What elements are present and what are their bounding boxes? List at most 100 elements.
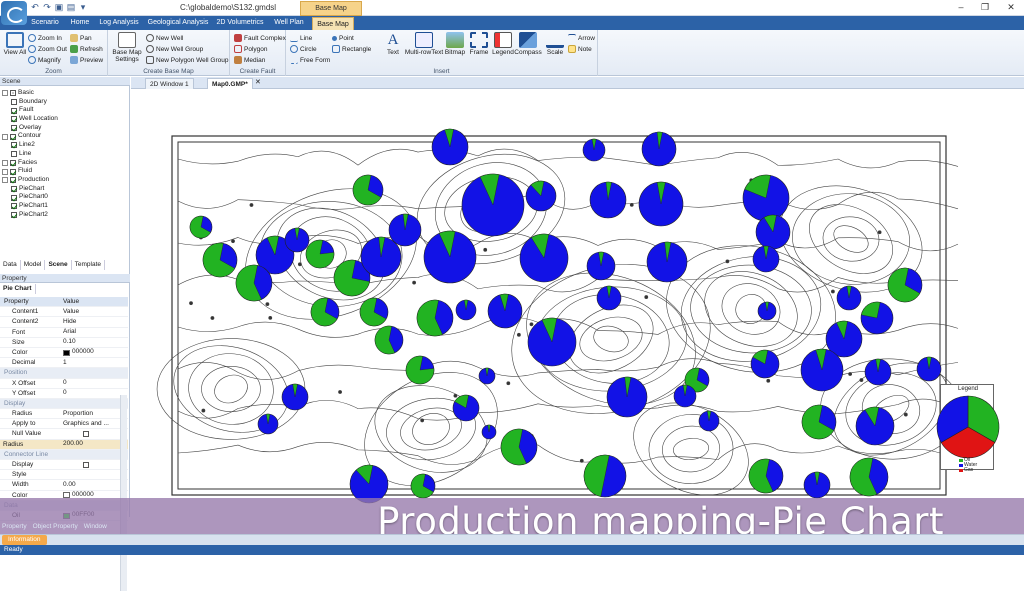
- well-pie-chart[interactable]: [748, 458, 784, 494]
- tree-node[interactable]: Fault: [2, 106, 126, 115]
- property-row[interactable]: Style: [0, 470, 128, 481]
- well-pie-chart[interactable]: [487, 293, 523, 329]
- tab-home[interactable]: Home: [66, 16, 94, 30]
- well-pie-chart[interactable]: [742, 174, 790, 222]
- well-pie-chart[interactable]: [452, 394, 480, 422]
- expand-icon[interactable]: [2, 168, 8, 175]
- well-pie-chart[interactable]: [284, 227, 310, 253]
- insert-scale-button[interactable]: Scale: [544, 32, 566, 56]
- redo-icon[interactable]: ↷: [42, 2, 52, 13]
- well-pie-chart[interactable]: [673, 384, 697, 408]
- property-row[interactable]: Y Offset 0: [0, 389, 128, 399]
- well-location-dot[interactable]: [859, 378, 864, 382]
- expand-icon[interactable]: [2, 133, 8, 140]
- undo-icon[interactable]: ↶: [30, 2, 40, 13]
- property-row[interactable]: Radius 200.00: [0, 439, 128, 450]
- tree-node[interactable]: Contour: [2, 132, 126, 141]
- tab-template[interactable]: Template: [72, 260, 105, 270]
- refresh-button[interactable]: Refresh: [70, 44, 103, 54]
- property-row[interactable]: Decimal 1: [0, 358, 128, 369]
- well-pie-chart[interactable]: [235, 264, 273, 302]
- well-pie-chart[interactable]: [352, 174, 384, 206]
- well-location-dot[interactable]: [516, 332, 521, 337]
- property-scrollbar[interactable]: [120, 395, 127, 591]
- tab-scenario[interactable]: Scenario: [26, 16, 64, 30]
- new-well-group-button[interactable]: New Well Group: [146, 44, 203, 54]
- new-well-button[interactable]: New Well: [146, 33, 183, 43]
- well-pie-chart[interactable]: [500, 428, 538, 466]
- property-category[interactable]: Position: [0, 368, 128, 379]
- property-value[interactable]: 0: [60, 389, 122, 398]
- pan-button[interactable]: Pan: [70, 33, 92, 43]
- tree-node[interactable]: Well Location: [2, 115, 126, 124]
- map-canvas[interactable]: Legend Oil Water Gas: [131, 89, 1024, 517]
- well-location-dot[interactable]: [725, 259, 730, 264]
- well-location-dot[interactable]: [338, 390, 342, 394]
- tree-node[interactable]: PieChart: [2, 185, 126, 194]
- property-value[interactable]: 0.00: [60, 480, 122, 489]
- preview-button[interactable]: Preview: [70, 55, 103, 65]
- well-location-dot[interactable]: [268, 315, 273, 320]
- well-pie-chart[interactable]: [855, 406, 895, 446]
- well-pie-chart[interactable]: [405, 355, 435, 385]
- well-pie-chart[interactable]: [481, 424, 497, 440]
- checkbox[interactable]: [11, 116, 17, 123]
- checkbox[interactable]: [11, 99, 17, 106]
- property-value[interactable]: 200.00: [60, 440, 122, 449]
- well-location-dot[interactable]: [412, 280, 417, 285]
- well-location-dot[interactable]: [249, 203, 254, 207]
- well-location-dot[interactable]: [506, 381, 511, 386]
- tab-object-property[interactable]: Object Property: [33, 522, 78, 532]
- well-location-dot[interactable]: [848, 372, 853, 376]
- tree-node[interactable]: Line2: [2, 141, 126, 150]
- well-pie-chart[interactable]: [455, 299, 477, 321]
- well-location-dot[interactable]: [201, 408, 206, 413]
- checkbox[interactable]: [11, 125, 17, 132]
- well-pie-chart[interactable]: [310, 297, 340, 327]
- well-pie-chart[interactable]: [864, 358, 892, 386]
- well-pie-chart[interactable]: [860, 301, 894, 335]
- tree-node[interactable]: Boundary: [2, 98, 126, 107]
- zoom-in-button[interactable]: Zoom In: [28, 33, 62, 43]
- tab-2d-volumetrics[interactable]: 2D Volumetrics: [214, 16, 266, 30]
- well-location-dot[interactable]: [483, 247, 488, 252]
- expand-icon[interactable]: [2, 159, 8, 166]
- expand-icon[interactable]: [2, 90, 8, 97]
- well-pie-chart[interactable]: [887, 267, 923, 303]
- property-value[interactable]: [60, 470, 122, 479]
- base-map-settings-button[interactable]: Base Map Settings: [112, 32, 142, 63]
- property-row[interactable]: Display: [0, 460, 128, 471]
- insert-free-form-button[interactable]: Free Form: [290, 55, 330, 65]
- well-location-dot[interactable]: [644, 295, 649, 299]
- checkbox[interactable]: [83, 461, 89, 468]
- well-location-dot[interactable]: [265, 302, 270, 307]
- property-value[interactable]: Value: [60, 307, 122, 316]
- tab-data[interactable]: Data: [0, 260, 21, 270]
- qat-dropdown-icon[interactable]: ▾: [78, 2, 88, 13]
- checkbox[interactable]: [11, 194, 17, 201]
- minimize-icon[interactable]: –: [952, 1, 970, 14]
- checkbox[interactable]: [11, 203, 17, 210]
- property-row[interactable]: X Offset 0: [0, 379, 128, 389]
- tab-map0[interactable]: Map0.GMP*: [207, 78, 253, 89]
- well-location-dot[interactable]: [766, 378, 771, 383]
- well-location-dot[interactable]: [629, 202, 634, 207]
- property-value[interactable]: 0: [60, 379, 122, 388]
- insert-compass-button[interactable]: Compass: [514, 32, 542, 56]
- insert-rectangle-button[interactable]: Rectangle: [332, 44, 371, 54]
- well-pie-chart[interactable]: [589, 181, 627, 219]
- tree-node[interactable]: Line: [2, 150, 126, 159]
- tab-pie-chart[interactable]: Pie Chart: [0, 284, 36, 294]
- tab-scene[interactable]: Scene: [45, 260, 72, 270]
- well-pie-chart[interactable]: [803, 471, 831, 499]
- property-value[interactable]: Graphics and ...: [60, 419, 122, 428]
- well-pie-chart[interactable]: [800, 348, 844, 392]
- well-pie-chart[interactable]: [305, 239, 335, 269]
- well-location-dot[interactable]: [903, 412, 908, 417]
- well-pie-chart[interactable]: [582, 138, 606, 162]
- save-icon[interactable]: ▣: [54, 2, 64, 13]
- well-pie-chart[interactable]: [755, 214, 791, 250]
- well-pie-chart[interactable]: [281, 383, 309, 411]
- property-row[interactable]: Content2 Hide: [0, 317, 128, 328]
- tab-window[interactable]: Window: [84, 522, 107, 532]
